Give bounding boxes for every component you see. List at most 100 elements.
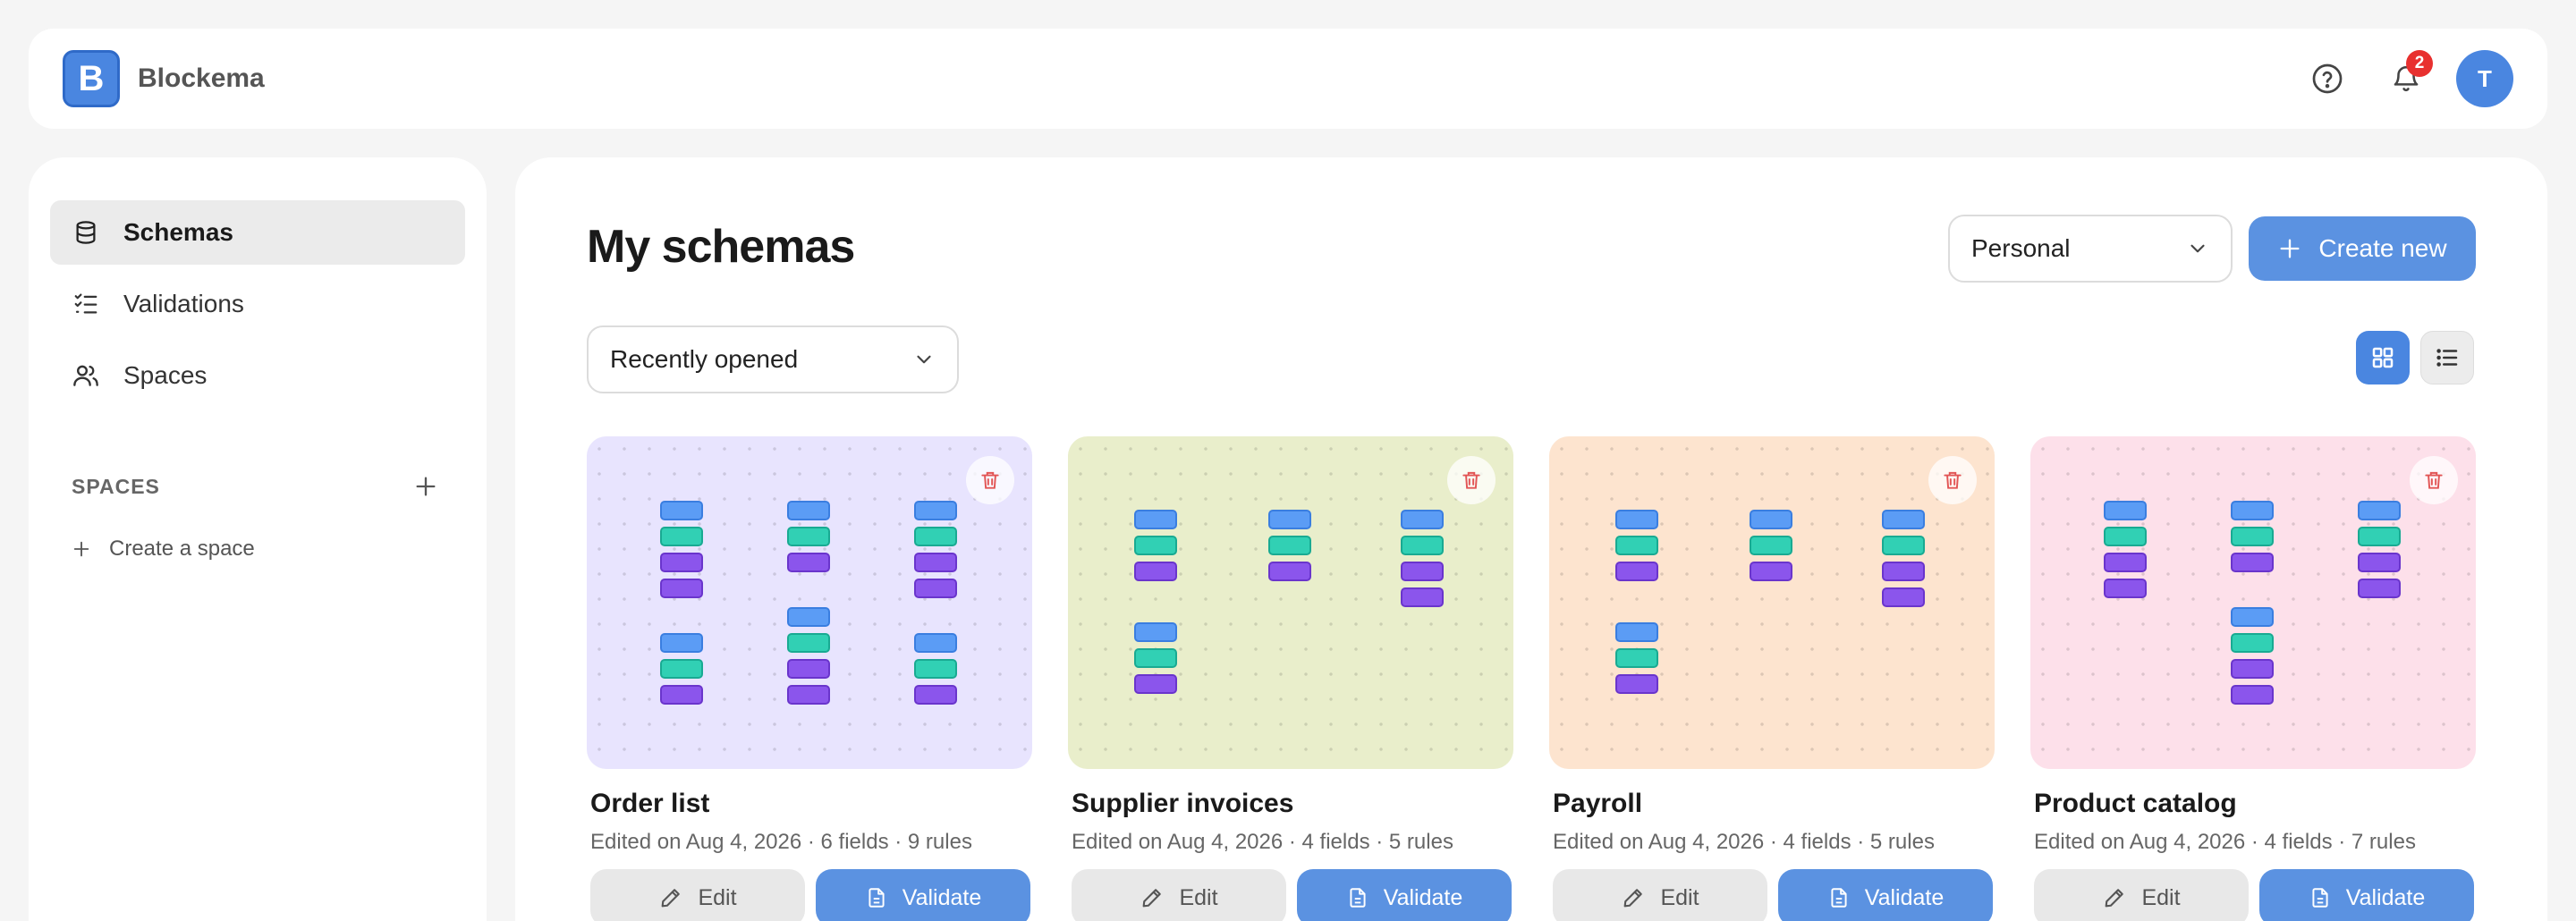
schema-block bbox=[914, 579, 957, 598]
schema-block bbox=[2358, 553, 2401, 572]
edit-button[interactable]: Edit bbox=[2034, 869, 2249, 921]
edit-button[interactable]: Edit bbox=[590, 869, 805, 921]
edit-label: Edit bbox=[1179, 884, 1218, 910]
top-bar: B Blockema 2 T bbox=[29, 29, 2547, 129]
schema-block bbox=[1401, 536, 1444, 555]
card-title[interactable]: Supplier invoices bbox=[1072, 789, 1513, 819]
sidebar-item-validations[interactable]: Validations bbox=[50, 272, 465, 336]
schema-block bbox=[1615, 622, 1658, 642]
edit-button[interactable]: Edit bbox=[1072, 869, 1286, 921]
card-title[interactable]: Product catalog bbox=[2034, 789, 2476, 819]
schema-block bbox=[1750, 562, 1792, 581]
pencil-icon bbox=[658, 885, 683, 910]
schema-block bbox=[2231, 685, 2274, 705]
edit-label: Edit bbox=[1660, 884, 1699, 910]
validate-button[interactable]: Validate bbox=[816, 869, 1030, 921]
document-check-icon bbox=[865, 886, 888, 909]
card-meta: Edited on Aug 4, 2026 · 4 fields · 5 rul… bbox=[1072, 830, 1453, 854]
pencil-icon bbox=[1621, 885, 1646, 910]
database-icon bbox=[72, 218, 100, 247]
schema-preview[interactable] bbox=[2030, 436, 2476, 769]
schema-block bbox=[2231, 553, 2274, 572]
help-button[interactable] bbox=[2299, 50, 2356, 107]
notifications-button[interactable]: 2 bbox=[2377, 50, 2435, 107]
card-actions: Edit Validate bbox=[590, 869, 1032, 921]
edit-button[interactable]: Edit bbox=[1553, 869, 1767, 921]
schema-block bbox=[2231, 659, 2274, 679]
card-actions: Edit Validate bbox=[2034, 869, 2476, 921]
schema-block bbox=[1268, 562, 1311, 581]
schema-block bbox=[787, 553, 830, 572]
sort-select[interactable]: Recently opened bbox=[587, 325, 959, 393]
chevron-down-icon bbox=[912, 348, 936, 371]
sidebar-item-label: Schemas bbox=[123, 218, 233, 246]
main-panel: My schemas Personal Create new Recently … bbox=[515, 157, 2547, 921]
app-logo[interactable]: B bbox=[63, 50, 120, 107]
schema-block bbox=[1615, 648, 1658, 668]
logo-letter: B bbox=[78, 58, 105, 98]
schema-block bbox=[914, 659, 957, 679]
schema-block bbox=[1882, 510, 1925, 529]
pencil-icon bbox=[2102, 885, 2127, 910]
sidebar-item-spaces[interactable]: Spaces bbox=[50, 343, 465, 408]
sidebar-item-schemas[interactable]: Schemas bbox=[50, 200, 465, 265]
plus-icon bbox=[416, 477, 436, 496]
plus-icon bbox=[2277, 236, 2302, 261]
create-new-button[interactable]: Create new bbox=[2249, 216, 2476, 281]
validate-label: Validate bbox=[1383, 884, 1463, 910]
schema-block bbox=[1268, 510, 1311, 529]
schema-block bbox=[914, 501, 957, 520]
edit-label: Edit bbox=[698, 884, 737, 910]
schema-block bbox=[1882, 587, 1925, 607]
validate-button[interactable]: Validate bbox=[1297, 869, 1512, 921]
list-icon bbox=[2436, 349, 2458, 367]
schema-block bbox=[2358, 501, 2401, 520]
schema-block bbox=[1615, 562, 1658, 581]
delete-button[interactable] bbox=[1447, 456, 1496, 504]
user-avatar[interactable]: T bbox=[2456, 50, 2513, 107]
schema-card[interactable]: Supplier invoices Edited on Aug 4, 2026 … bbox=[1068, 436, 1513, 921]
users-icon bbox=[72, 361, 100, 390]
schema-block bbox=[1750, 536, 1792, 555]
card-title[interactable]: Order list bbox=[590, 789, 1032, 819]
schema-block bbox=[2104, 527, 2147, 546]
schema-card[interactable]: Product catalog Edited on Aug 4, 2026 · … bbox=[2030, 436, 2476, 921]
trash-icon bbox=[981, 471, 999, 489]
schema-block bbox=[787, 633, 830, 653]
create-space-link[interactable]: Create a space bbox=[50, 537, 465, 562]
edit-label: Edit bbox=[2141, 884, 2181, 910]
validate-button[interactable]: Validate bbox=[1778, 869, 1993, 921]
sidebar: Schemas Validations Spaces SPACES Create… bbox=[29, 157, 487, 921]
schema-block bbox=[1134, 562, 1177, 581]
spaces-section-header: SPACES bbox=[50, 469, 465, 504]
schema-block bbox=[2231, 607, 2274, 627]
schema-preview[interactable] bbox=[587, 436, 1032, 769]
grid-view-button[interactable] bbox=[2356, 331, 2410, 384]
create-new-label: Create new bbox=[2318, 234, 2447, 262]
list-view-button[interactable] bbox=[2420, 331, 2474, 384]
create-space-label: Create a space bbox=[109, 537, 255, 561]
add-space-button[interactable] bbox=[408, 469, 444, 504]
delete-button[interactable] bbox=[966, 456, 1014, 504]
schema-block bbox=[787, 527, 830, 546]
schema-preview[interactable] bbox=[1549, 436, 1995, 769]
schema-preview[interactable] bbox=[1068, 436, 1513, 769]
app-name[interactable]: Blockema bbox=[138, 63, 265, 94]
schema-card[interactable]: Order list Edited on Aug 4, 2026 · 6 fie… bbox=[587, 436, 1032, 921]
validate-button[interactable]: Validate bbox=[2259, 869, 2474, 921]
schema-block bbox=[660, 553, 703, 572]
page-title: My schemas bbox=[587, 221, 855, 273]
card-title[interactable]: Payroll bbox=[1553, 789, 1995, 819]
schema-block bbox=[2231, 633, 2274, 653]
schema-block bbox=[1134, 536, 1177, 555]
schema-card[interactable]: Payroll Edited on Aug 4, 2026 · 4 fields… bbox=[1549, 436, 1995, 921]
schema-block bbox=[1882, 562, 1925, 581]
grid-icon bbox=[2372, 347, 2394, 368]
delete-button[interactable] bbox=[1928, 456, 1977, 504]
document-check-icon bbox=[1346, 886, 1369, 909]
schema-block bbox=[1401, 587, 1444, 607]
delete-button[interactable] bbox=[2410, 456, 2458, 504]
workspace-select[interactable]: Personal bbox=[1948, 215, 2233, 283]
schema-block bbox=[1268, 536, 1311, 555]
card-meta: Edited on Aug 4, 2026 · 6 fields · 9 rul… bbox=[590, 830, 972, 854]
